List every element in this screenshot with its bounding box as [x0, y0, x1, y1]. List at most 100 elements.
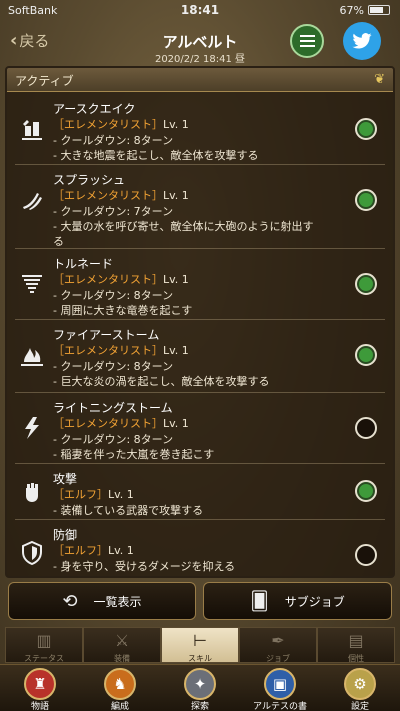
tab-label: 装備: [114, 654, 130, 663]
tab-label: 個性: [348, 654, 364, 663]
skill-row[interactable]: スプラッシュ ［エレメンタリスト］Lv. 1- クールダウン: 7ターン - 大量の…: [7, 165, 393, 249]
skill-level: Lv. 1: [163, 273, 189, 286]
tab-label: スキル: [188, 654, 212, 663]
battery-level: 67%: [339, 4, 364, 17]
nav-label: 探索: [190, 702, 209, 711]
tab-label: ステータス: [24, 654, 64, 663]
stats-icon: ▥: [36, 631, 52, 650]
panel-title: アクティブ: [15, 74, 74, 88]
tab-personality[interactable]: ▤ 個性: [317, 627, 395, 663]
skill-detail: - 巨大な炎の渦を起こし、敵全体を攻撃する: [53, 375, 270, 388]
sword-icon: ⚔: [114, 631, 130, 650]
skill-toggle[interactable]: [355, 480, 377, 502]
story-icon: ♜: [24, 668, 56, 700]
game-date: 2020/2/2 18:41 昼: [154, 54, 246, 65]
skill-row[interactable]: 防御 ［エルフ］Lv. 1- 身を守り、受けるダメージを抑える: [7, 520, 393, 576]
skill-level: Lv. 1: [163, 118, 189, 131]
explore-icon: ✦: [184, 668, 216, 700]
lightning-icon: [19, 415, 45, 441]
class-name: ［エレメンタリスト］: [53, 189, 163, 202]
skill-row[interactable]: 攻撃 ［エルフ］Lv. 1- 装備している武器で攻撃する: [7, 464, 393, 520]
class-name: ［エレメンタリスト］: [53, 118, 163, 131]
battery-icon: [368, 5, 390, 15]
skill-class: ［エレメンタリスト］Lv. 1: [53, 271, 189, 287]
skill-row[interactable]: アースクエイク ［エレメンタリスト］Lv. 1- クールダウン: 8ターン - 大き…: [7, 94, 393, 165]
skill-detail: - 大量の水を呼び寄せ、敵全体に大砲のように射出す: [53, 220, 314, 233]
earthquake-icon: [19, 116, 45, 142]
skill-toggle[interactable]: [355, 417, 377, 439]
nav-formation[interactable]: ♞ 編成: [80, 665, 160, 711]
fist-icon: [19, 480, 45, 506]
skill-toggle[interactable]: [355, 118, 377, 140]
list-view-button[interactable]: ⟲ 一覧表示: [8, 582, 196, 620]
page-title: アルベルト: [162, 33, 238, 51]
skill-detail: - クールダウン: 8ターン: [53, 134, 174, 147]
firestorm-icon: [19, 342, 45, 368]
skill-name: スプラッシュ: [53, 173, 126, 187]
skill-level: Lv. 1: [163, 344, 189, 357]
skill-level: Lv. 1: [108, 488, 134, 501]
skill-toggle[interactable]: [355, 544, 377, 566]
skill-class: ［エルフ］Lv. 1: [53, 486, 134, 502]
nav-label: 設定: [350, 702, 369, 711]
skill-panel: アクティブ ❦ アースクエイク ［エレメンタリスト］Lv. 1- クールダウン: …: [5, 66, 395, 578]
nav-explore[interactable]: ✦ 探索: [160, 665, 240, 711]
skill-row[interactable]: トルネード ［エレメンタリスト］Lv. 1- クールダウン: 8ターン - 周囲に大…: [7, 249, 393, 320]
list-view-label: 一覧表示: [93, 594, 142, 609]
nav-book[interactable]: ▣ アルテスの書: [240, 665, 320, 711]
book-icon: ▣: [264, 668, 296, 700]
skill-class: ［エレメンタリスト］Lv. 1: [53, 187, 189, 203]
skill-detail: - クールダウン: 7ターン: [53, 205, 174, 218]
skill-toggle[interactable]: [355, 273, 377, 295]
skill-detail: - クールダウン: 8ターン: [53, 433, 174, 446]
tab-skill[interactable]: ⊢ スキル: [161, 627, 239, 663]
skill-detail: - 稲妻を伴った大嵐を巻き起こす: [53, 448, 215, 461]
skill-name: 防御: [53, 528, 78, 542]
twitter-button[interactable]: [343, 22, 381, 60]
skill-detail: - 身を守り、受けるダメージを抑える: [53, 560, 236, 573]
skill-detail: - クールダウン: 8ターン: [53, 360, 174, 373]
skill-toggle[interactable]: [355, 344, 377, 366]
subjob-label: サブジョブ: [284, 594, 345, 609]
skill-row[interactable]: ファイアーストーム ［エレメンタリスト］Lv. 1 - クールダウン: 8ターン - …: [7, 320, 393, 393]
skill-detail: - クールダウン: 8ターン: [53, 289, 174, 302]
status-bar: SoftBank 18:41 67%: [0, 0, 400, 20]
scrollbar[interactable]: [393, 408, 395, 440]
class-name: ［エルフ］: [53, 488, 108, 501]
shield-icon: [19, 540, 45, 566]
class-name: ［エレメンタリスト］: [53, 273, 163, 286]
skill-name: トルネード: [53, 257, 114, 271]
formation-icon: ♞: [104, 668, 136, 700]
subjob-button[interactable]: 🂠 サブジョブ: [203, 582, 392, 620]
skill-detail: る: [53, 235, 64, 248]
refresh-icon: ⟲: [62, 590, 78, 612]
skill-level: Lv. 1: [163, 189, 189, 202]
splash-icon: [19, 187, 45, 213]
tab-bar: ▥ ステータス ⚔ 装備 ⊢ スキル ✒ ジョブ ▤ 個性: [5, 627, 395, 663]
skill-class: ［エレメンタリスト］Lv. 1: [53, 342, 189, 358]
skill-class: ［エレメンタリスト］Lv. 1: [53, 415, 189, 431]
skill-class: ［エルフ］Lv. 1: [53, 542, 134, 558]
skill-toggle[interactable]: [355, 189, 377, 211]
skill-row[interactable]: ライトニングストーム ［エレメンタリスト］Lv. 1 - クールダウン: 8ターン -…: [7, 393, 393, 464]
class-name: ［エレメンタリスト］: [53, 417, 163, 430]
bottom-nav: ♜ 物語 ♞ 編成 ✦ 探索 ▣ アルテスの書 ⚙ 設定: [0, 664, 400, 711]
menu-icon: [299, 40, 315, 42]
skill-name: ファイアーストーム: [53, 328, 160, 342]
skill-level: Lv. 1: [108, 544, 134, 557]
tab-status[interactable]: ▥ ステータス: [5, 627, 83, 663]
nav-settings[interactable]: ⚙ 設定: [320, 665, 400, 711]
nav-label: 編成: [110, 702, 129, 711]
skill-name: アースクエイク: [53, 102, 136, 116]
tab-equipment[interactable]: ⚔ 装備: [83, 627, 161, 663]
tab-job[interactable]: ✒ ジョブ: [239, 627, 317, 663]
nav-story[interactable]: ♜ 物語: [0, 665, 80, 711]
menu-button[interactable]: [290, 24, 324, 58]
tab-label: ジョブ: [266, 654, 290, 663]
twitter-icon: [352, 33, 372, 49]
skill-class: ［エレメンタリスト］Lv. 1: [53, 116, 189, 132]
skill-name: ライトニングストーム: [53, 401, 173, 415]
cards-icon: 🂠: [250, 590, 269, 612]
flourish-icon: ❦: [374, 72, 385, 87]
class-name: ［エルフ］: [53, 544, 108, 557]
